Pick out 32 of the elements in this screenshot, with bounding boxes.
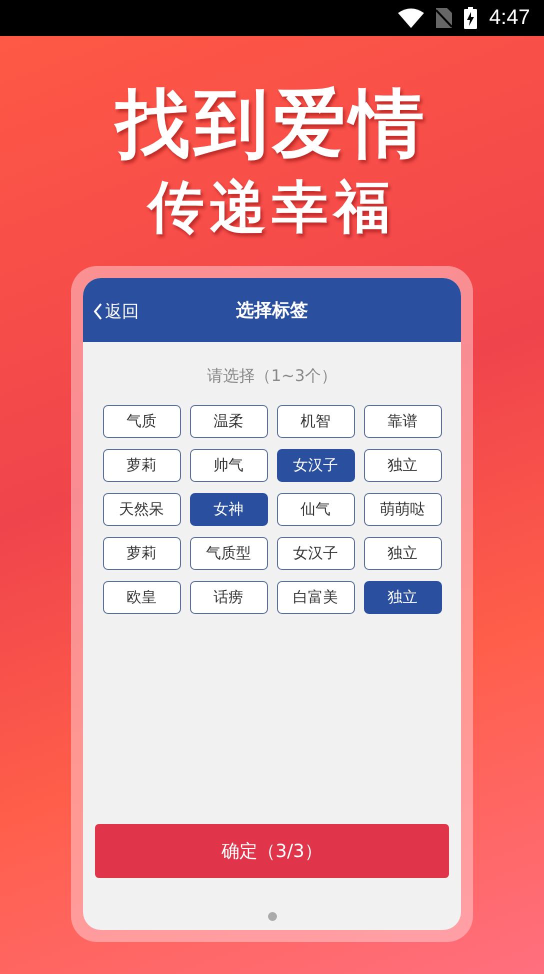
tag-chip[interactable]: 话痨 xyxy=(190,581,268,614)
wifi-icon xyxy=(398,8,424,28)
tag-chip[interactable]: 靠谱 xyxy=(364,405,442,438)
confirm-button[interactable]: 确定（3/3） xyxy=(95,824,449,878)
no-sim-icon xyxy=(436,8,452,28)
back-chevron-icon xyxy=(93,303,103,320)
tag-chip[interactable]: 女神 xyxy=(190,493,268,526)
tag-chip[interactable]: 天然呆 xyxy=(102,493,180,526)
subheadline: 传递幸福 xyxy=(148,174,396,240)
tag-chip[interactable]: 独立 xyxy=(364,449,442,482)
tag-chip[interactable]: 独立 xyxy=(364,581,442,614)
tag-chip[interactable]: 帅气 xyxy=(190,449,268,482)
selection-hint: 请选择（1~3个） xyxy=(207,366,337,387)
tag-chip[interactable]: 机智 xyxy=(276,405,354,438)
tag-chip[interactable]: 萌萌哒 xyxy=(364,493,442,526)
headline: 找到爱情 xyxy=(116,80,428,168)
page-title: 选择标签 xyxy=(236,299,308,322)
page-indicator-dot xyxy=(268,912,276,921)
tag-chip[interactable]: 气质 xyxy=(102,405,180,438)
tag-chip[interactable]: 女汉子 xyxy=(276,537,354,570)
tag-chip[interactable]: 温柔 xyxy=(190,405,268,438)
tag-chip[interactable]: 独立 xyxy=(364,537,442,570)
back-button[interactable]: 返回 xyxy=(93,300,139,323)
tag-chip[interactable]: 欧皇 xyxy=(102,581,180,614)
status-time: 4:47 xyxy=(489,6,530,30)
tag-chip[interactable]: 萝莉 xyxy=(102,537,180,570)
tag-chip[interactable]: 萝莉 xyxy=(102,449,180,482)
tag-chip[interactable]: 女汉子 xyxy=(276,449,354,482)
tag-chip[interactable]: 仙气 xyxy=(276,493,354,526)
tag-chip[interactable]: 气质型 xyxy=(190,537,268,570)
tag-chip[interactable]: 白富美 xyxy=(276,581,354,614)
battery-charging-icon xyxy=(464,7,478,29)
